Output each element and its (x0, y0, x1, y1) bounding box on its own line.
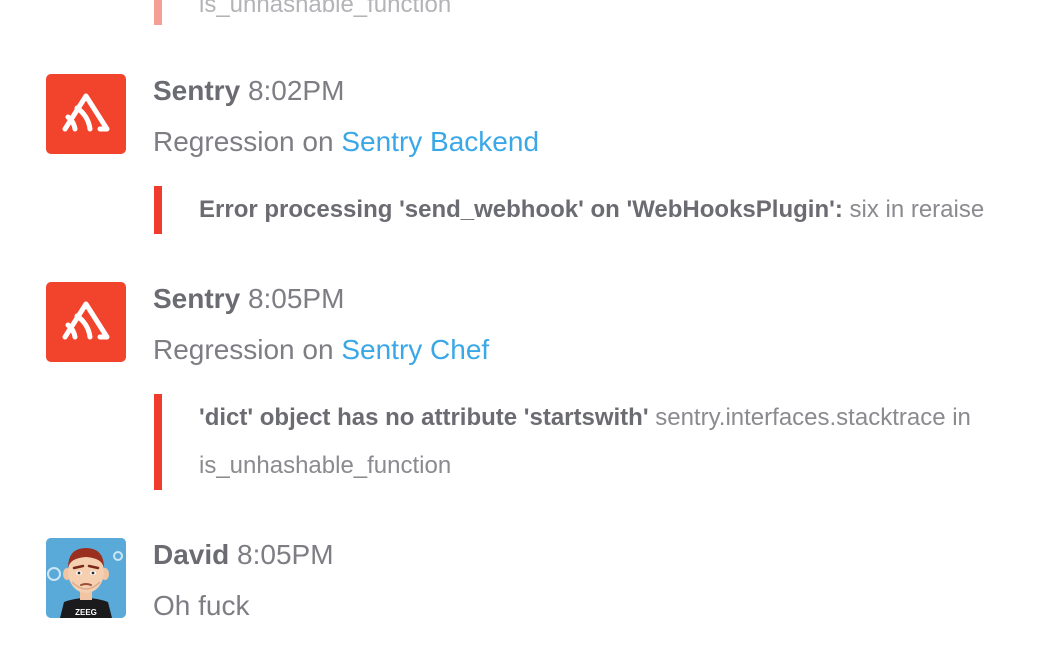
author-name[interactable]: Sentry (153, 75, 240, 106)
attachment-line: 'dict' object has no attribute 'startswi… (199, 394, 1014, 442)
attachment-text: six in reraise (842, 196, 985, 223)
message-header: Sentry 8:05PM (153, 282, 344, 316)
message-text: Oh fuck (153, 590, 250, 621)
message-text: Regression on Sentry Backend (153, 124, 539, 160)
sentry-avatar[interactable] (46, 74, 126, 154)
attachment-text: sentry.interfaces.stacktrace in (648, 404, 971, 431)
attachment-text: is_unhashable_function (199, 452, 452, 479)
message-attachment: 'dict' object has no attribute 'startswi… (154, 394, 1014, 490)
message-prefix: Regression on (153, 334, 342, 365)
attachment-text: is_unhashable_function (199, 0, 452, 18)
user-avatar[interactable]: ZEEG (46, 538, 126, 618)
timestamp[interactable]: 8:05PM (237, 539, 334, 570)
sentry-logo-icon (62, 301, 110, 340)
author-name[interactable]: Sentry (153, 283, 240, 314)
attachment-title: 'dict' object has no attribute 'startswi… (199, 404, 649, 431)
message-feed: is_unhashable_function Sentry 8:02PM Reg… (0, 0, 1050, 660)
message-prefix: Regression on (153, 126, 342, 157)
author-name[interactable]: David (153, 539, 229, 570)
project-link[interactable]: Sentry Backend (341, 126, 539, 157)
message: ZEEG David 8:05PM Oh fuck (46, 538, 1026, 638)
message-header: Sentry 8:02PM (153, 74, 344, 108)
avatar-caption: ZEEG (75, 608, 97, 617)
cartoon-avatar-icon: ZEEG (46, 538, 126, 618)
timestamp[interactable]: 8:05PM (248, 283, 345, 314)
message-attachment: Error processing 'send_webhook' on 'WebH… (154, 186, 984, 234)
message: Sentry 8:05PM Regression on Sentry Chef (46, 282, 1026, 402)
message-header: David 8:05PM (153, 538, 334, 572)
sentry-logo-icon (62, 93, 110, 132)
message-attachment: is_unhashable_function (154, 0, 451, 25)
attachment-line: is_unhashable_function (199, 442, 1014, 490)
sentry-avatar[interactable] (46, 282, 126, 362)
project-link[interactable]: Sentry Chef (341, 334, 489, 365)
timestamp[interactable]: 8:02PM (248, 75, 345, 106)
message-text: Regression on Sentry Chef (153, 332, 489, 368)
attachment-title: Error processing 'send_webhook' on 'WebH… (199, 196, 843, 223)
